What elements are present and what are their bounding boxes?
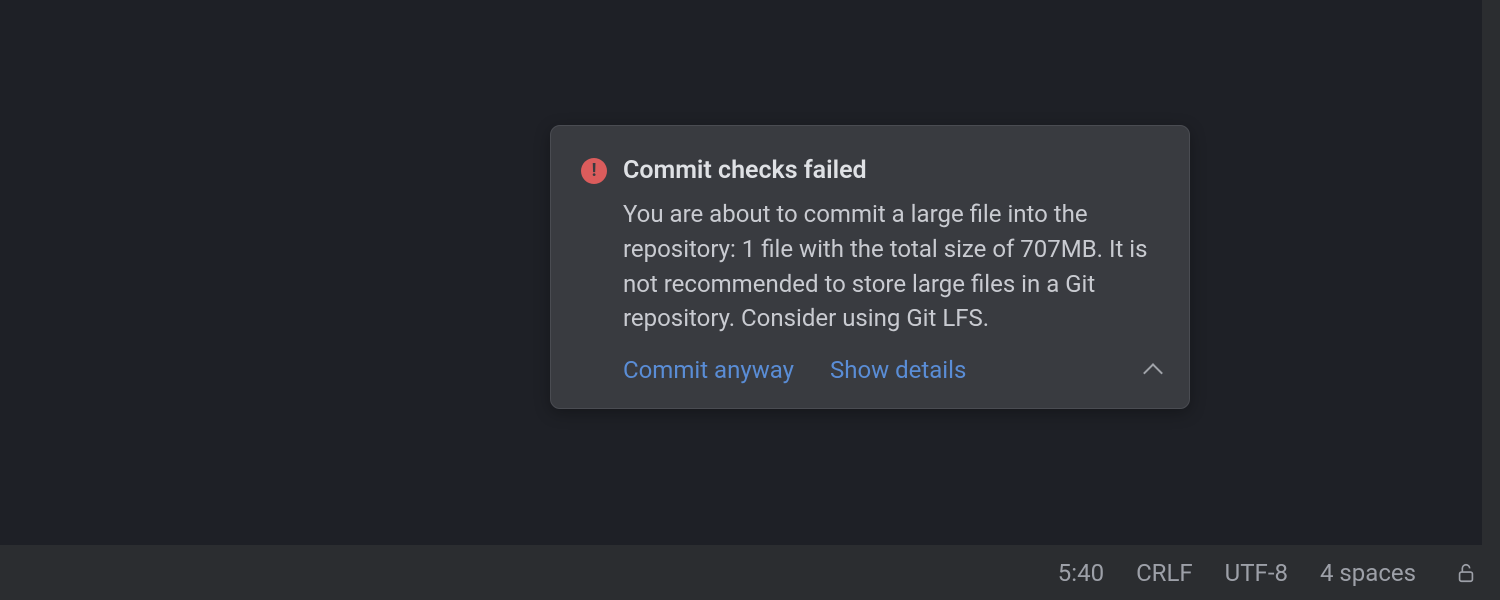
commit-anyway-link[interactable]: Commit anyway (623, 356, 794, 384)
indent-selector[interactable]: 4 spaces (1320, 559, 1416, 587)
cursor-position[interactable]: 5:40 (1058, 559, 1104, 587)
lock-icon[interactable] (1454, 561, 1478, 585)
line-ending-selector[interactable]: CRLF (1136, 559, 1193, 587)
show-details-link[interactable]: Show details (830, 356, 966, 384)
notification-title: Commit checks failed (623, 156, 867, 185)
encoding-selector[interactable]: UTF-8 (1225, 559, 1288, 587)
status-bar: 5:40 CRLF UTF-8 4 spaces (0, 545, 1500, 600)
notification-body: You are about to commit a large file int… (623, 197, 1159, 336)
notification-actions: Commit anyway Show details (623, 356, 1159, 384)
collapse-toggle[interactable] (1143, 360, 1163, 380)
notification-header: ! Commit checks failed (581, 156, 1159, 185)
scrollbar-track[interactable] (1482, 0, 1500, 545)
commit-checks-notification: ! Commit checks failed You are about to … (550, 125, 1190, 409)
unlock-icon (1455, 562, 1477, 584)
error-icon-mark: ! (592, 162, 597, 180)
chevron-up-icon (1143, 363, 1163, 383)
error-icon: ! (581, 158, 607, 184)
